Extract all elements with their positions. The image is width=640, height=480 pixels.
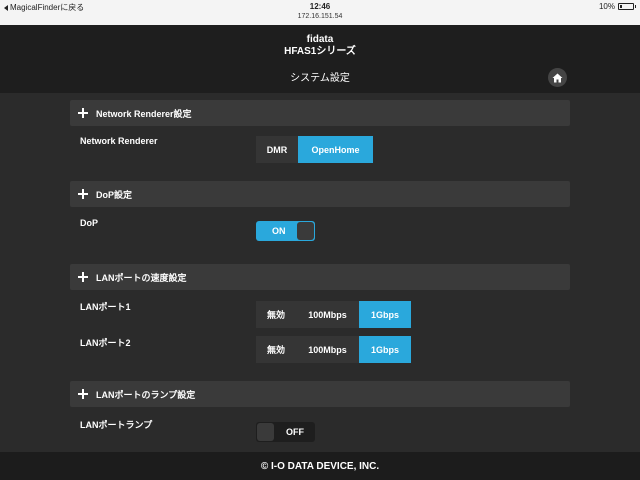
toggle-state-label: ON xyxy=(272,226,286,236)
copyright-text: © I-O DATA DEVICE, INC. xyxy=(260,460,380,472)
dop-label: DoP xyxy=(80,218,98,228)
battery-percent: 10% xyxy=(598,2,615,11)
settings-content: Network Renderer設定 Network Renderer DMR … xyxy=(0,93,640,452)
plus-icon xyxy=(78,272,88,282)
section-lan-speed[interactable]: LANポートの速度設定 xyxy=(70,264,570,290)
lan-lamp-label: LANポートランプ xyxy=(80,420,153,430)
lan-port1-speed-selector: 無効 100Mbps 1Gbps xyxy=(256,301,411,328)
product-series: HFAS1シリーズ xyxy=(284,46,356,57)
option-disabled[interactable]: 無効 xyxy=(256,301,296,328)
dop-toggle[interactable]: ON xyxy=(256,221,315,241)
option-1gbps[interactable]: 1Gbps xyxy=(359,301,411,328)
lan-port1-label: LANポート1 xyxy=(80,302,131,312)
option-1gbps[interactable]: 1Gbps xyxy=(359,336,411,363)
toggle-knob xyxy=(297,222,314,240)
section-title: DoP設定 xyxy=(96,189,133,200)
toggle-knob xyxy=(257,423,274,441)
section-title: Network Renderer設定 xyxy=(96,108,192,119)
lan-port2-label: LANポート2 xyxy=(80,338,131,348)
network-renderer-selector: DMR OpenHome xyxy=(256,136,373,163)
option-dmr[interactable]: DMR xyxy=(256,136,298,163)
option-openhome[interactable]: OpenHome xyxy=(298,136,373,163)
network-renderer-label: Network Renderer xyxy=(80,136,158,146)
option-disabled[interactable]: 無効 xyxy=(256,336,296,363)
plus-icon xyxy=(78,189,88,199)
section-dop[interactable]: DoP設定 xyxy=(70,181,570,207)
battery-icon xyxy=(618,3,636,10)
address-url[interactable]: 172.16.151.54 xyxy=(0,13,640,20)
home-button[interactable] xyxy=(548,68,567,87)
option-100mbps[interactable]: 100Mbps xyxy=(296,301,359,328)
status-time: 12:46 xyxy=(309,2,331,11)
footer: © I-O DATA DEVICE, INC. xyxy=(0,452,640,480)
section-title: LANポートの速度設定 xyxy=(96,272,187,283)
plus-icon xyxy=(78,389,88,399)
lan-lamp-toggle[interactable]: OFF xyxy=(256,422,315,442)
section-lan-lamp[interactable]: LANポートのランプ設定 xyxy=(70,381,570,407)
page-title: システム設定 xyxy=(290,73,350,84)
home-icon xyxy=(552,73,563,82)
section-network-renderer[interactable]: Network Renderer設定 xyxy=(70,100,570,126)
section-title: LANポートのランプ設定 xyxy=(96,389,196,400)
plus-icon xyxy=(78,108,88,118)
app-header: fidata HFAS1シリーズ システム設定 xyxy=(0,25,640,93)
ios-status-bar: MagicalFinderに戻る 12:46 172.16.151.54 10% xyxy=(0,0,640,25)
brand-name: fidata xyxy=(306,34,334,45)
toggle-state-label: OFF xyxy=(286,427,304,437)
option-100mbps[interactable]: 100Mbps xyxy=(296,336,359,363)
lan-port2-speed-selector: 無効 100Mbps 1Gbps xyxy=(256,336,411,363)
battery-indicator: 10% xyxy=(598,2,636,11)
